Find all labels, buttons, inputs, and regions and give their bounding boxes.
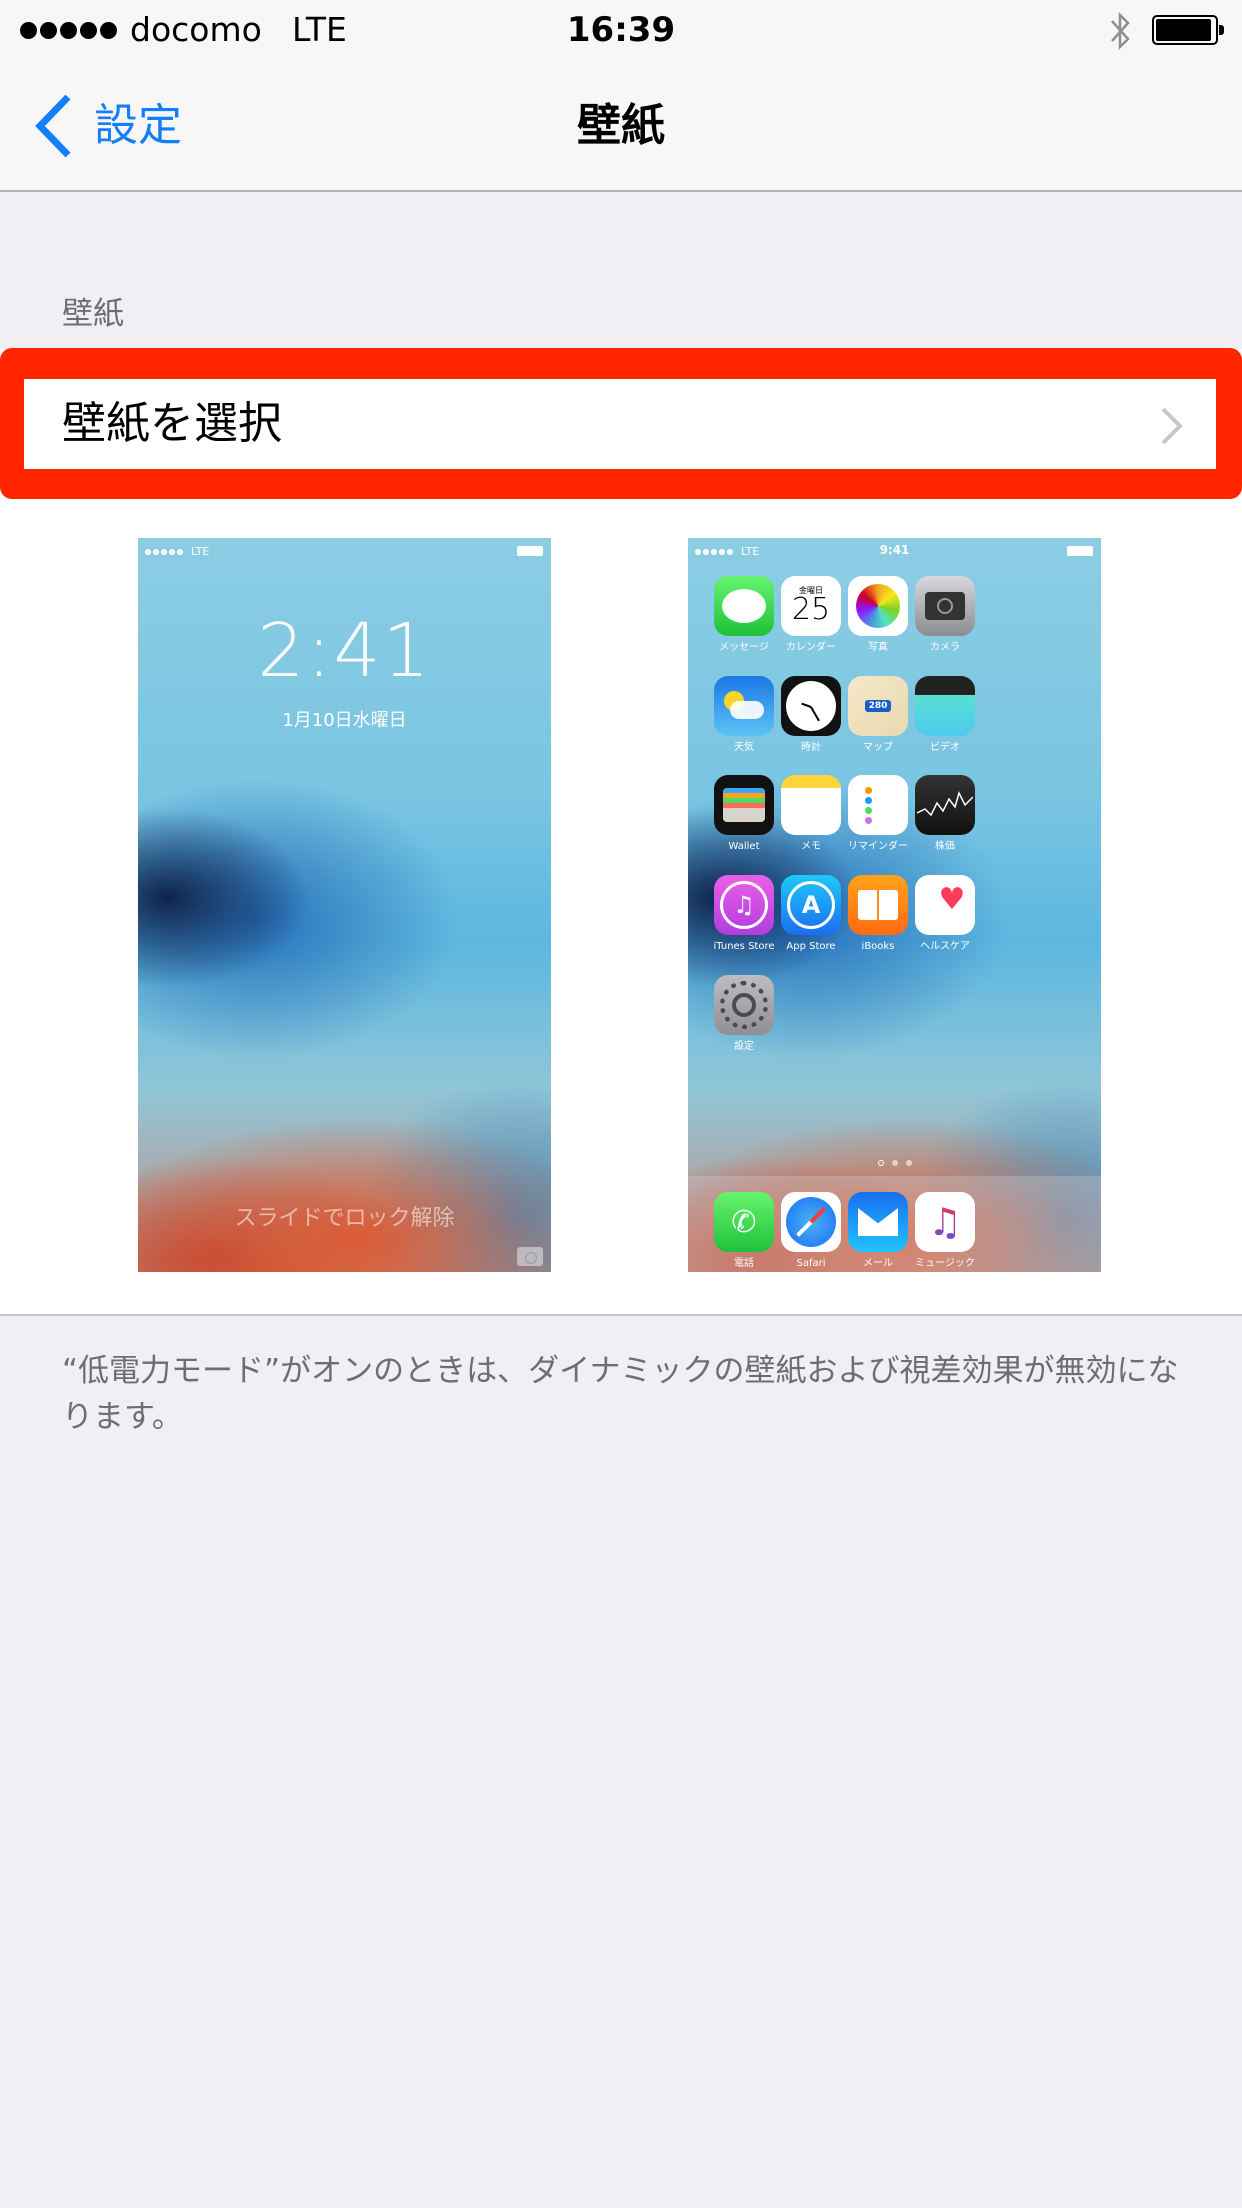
camera-icon xyxy=(517,1247,543,1266)
spotlight-search-icon xyxy=(877,1160,884,1166)
weather-icon xyxy=(714,676,774,736)
app-label: カメラ xyxy=(930,642,960,653)
preview-time: 9:41 xyxy=(879,543,910,557)
lock-date: 1月10日水曜日 xyxy=(282,710,407,731)
page-indicator xyxy=(688,1160,1101,1166)
dock-app-music: ♫ ミュージック xyxy=(905,1192,985,1270)
preview-signal-icon: LTE xyxy=(145,546,209,558)
app-stocks: 株価 xyxy=(905,775,985,853)
navigation-bar: docomo LTE 16:39 設定 壁紙 xyxy=(0,0,1242,192)
preview-battery-icon xyxy=(517,546,543,556)
choose-wallpaper-label: 壁紙を選択 xyxy=(62,398,282,449)
wallet-icon xyxy=(714,775,774,835)
bluetooth-icon xyxy=(1111,11,1130,51)
ibooks-icon xyxy=(848,875,908,935)
messages-icon xyxy=(714,576,774,636)
app-label: ビデオ xyxy=(930,742,960,753)
battery-icon xyxy=(1152,15,1224,45)
slide-to-unlock-text: スライドでロック解除 xyxy=(234,1206,455,1231)
notes-icon xyxy=(781,775,841,835)
app-camera: カメラ xyxy=(905,576,985,654)
app-label: 設定 xyxy=(734,1041,754,1052)
home-screen-preview[interactable]: LTE 9:41 メッセージ 金曜日 25 カレンダー 写真 カメラ 天気 時計 280 マップビ… xyxy=(688,538,1101,1272)
low-power-mode-note: “低電力モード”がオンのときは、ダイナミックの壁紙および視差効果が無効になります… xyxy=(62,1353,1179,1435)
phone-icon: ✆ xyxy=(714,1192,774,1252)
music-icon: ♫ xyxy=(915,1192,975,1252)
stocks-icon xyxy=(915,775,975,835)
app-store-icon: A xyxy=(781,875,841,935)
health-icon: ♥ xyxy=(915,875,975,935)
app-label: ミュージック xyxy=(915,1258,975,1269)
choose-wallpaper-row[interactable]: 壁紙を選択 xyxy=(24,379,1216,469)
videos-icon xyxy=(915,676,975,736)
app-health: ♥ ヘルスケア xyxy=(905,875,985,953)
lock-time: 2:41 xyxy=(257,608,432,694)
preview-network: LTE xyxy=(191,545,210,558)
status-time: 16:39 xyxy=(566,10,676,50)
lock-screen-preview[interactable]: LTE 2:41 1月10日水曜日 スライドでロック解除 xyxy=(138,538,551,1272)
photos-icon xyxy=(848,576,908,636)
maps-icon: 280 xyxy=(848,676,908,736)
settings-icon xyxy=(714,975,774,1035)
mail-icon xyxy=(848,1192,908,1252)
clock-icon xyxy=(781,676,841,736)
page-title: 壁紙 xyxy=(577,100,665,151)
camera-icon xyxy=(915,576,975,636)
chevron-right-icon xyxy=(1161,407,1183,445)
reminders-icon xyxy=(848,775,908,835)
section-header: 壁紙 xyxy=(62,296,124,332)
safari-icon xyxy=(781,1192,841,1252)
app-label: 株価 xyxy=(935,841,955,852)
preview-battery-icon xyxy=(1067,546,1093,556)
itunes-store-icon: ♫ xyxy=(714,875,774,935)
app-settings: 設定 xyxy=(704,975,784,1053)
app-videos: ビデオ xyxy=(905,676,985,754)
calendar-icon: 金曜日 25 xyxy=(781,576,841,636)
app-label: ヘルスケア xyxy=(920,941,970,952)
